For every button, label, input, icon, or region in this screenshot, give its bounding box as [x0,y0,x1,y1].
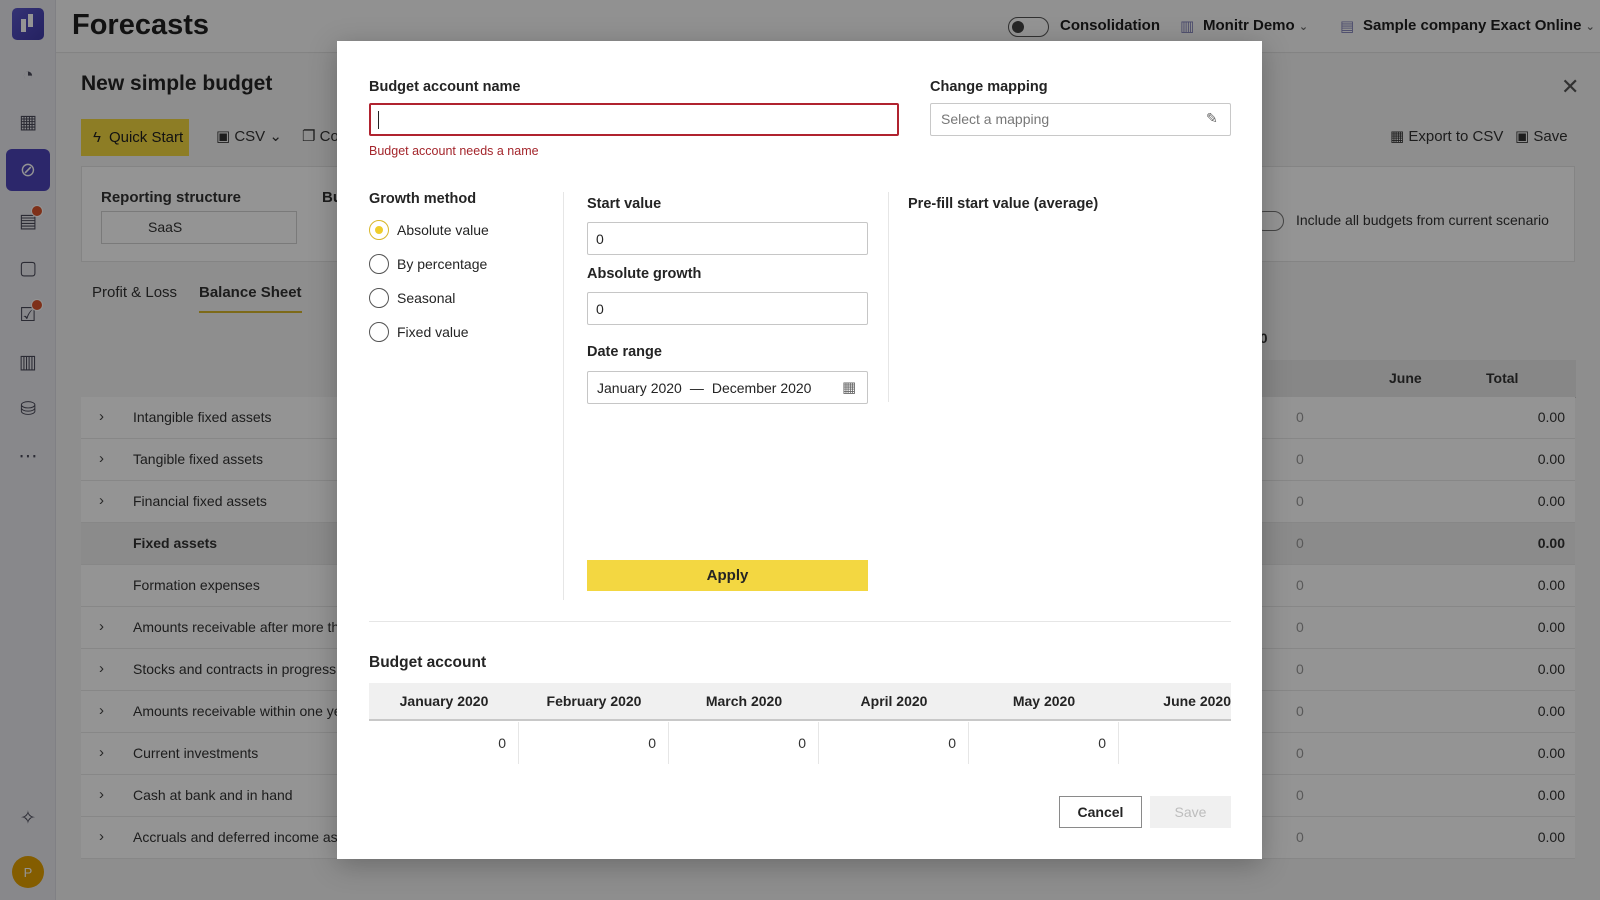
radio-label: Seasonal [397,290,456,306]
radio-button[interactable] [369,220,389,240]
apply-button[interactable]: Apply [587,560,868,591]
calendar-icon[interactable]: ▦ [842,378,856,396]
budget-account-name-label: Budget account name [369,79,521,95]
mapping-placeholder: Select a mapping [941,111,1050,127]
change-mapping-label: Change mapping [930,79,1048,95]
absolute-growth-input[interactable]: 0 [587,292,868,325]
budget-account-name-input[interactable] [369,103,899,136]
budget-account-dialog: Budget account name Budget account needs… [337,41,1262,859]
month-value-cell[interactable]: 0 [669,722,819,764]
pencil-icon[interactable]: ✎ [1206,110,1218,127]
month-header: April 2020 [860,693,928,709]
date-range-label: Date range [587,344,662,360]
month-header: March 2020 [705,693,783,709]
month-header: January 2020 [399,693,489,709]
error-message: Budget account needs a name [369,144,539,158]
divider [563,192,564,600]
budget-values-row: 00000 [369,722,1231,764]
months-header: January 2020 February 2020 March 2020 April… [369,683,1231,721]
cancel-button[interactable]: Cancel [1059,796,1142,828]
text-caret [378,111,379,129]
start-value-input[interactable]: 0 [587,222,868,255]
prefill-label: Pre-fill start value (average) [908,196,1099,212]
absolute-growth-label: Absolute growth [587,266,702,282]
month-value-cell[interactable]: 0 [969,722,1119,764]
start-value-label: Start value [587,196,662,212]
month-header: May 2020 [1012,693,1076,709]
date-from: January 2020 [597,380,682,396]
divider [369,621,1231,622]
mapping-select[interactable]: Select a mapping [930,103,1231,136]
radio-button[interactable] [369,322,389,342]
divider [888,192,889,402]
date-range-picker[interactable]: January 2020 — December 2020 [587,371,868,404]
radio-seasonal[interactable]: Seasonal [369,287,455,309]
radio-absolute-value[interactable]: Absolute value [369,219,489,241]
radio-fixed-value[interactable]: Fixed value [369,321,469,343]
date-to: December 2020 [711,380,812,396]
month-value-cell[interactable]: 0 [519,722,669,764]
month-value-cell[interactable]: 0 [369,722,519,764]
radio-label: By percentage [397,256,488,272]
radio-label: Absolute value [397,222,489,238]
month-value-cell[interactable]: 0 [819,722,969,764]
budget-account-heading: Budget account [369,654,487,671]
month-header: February 2020 [546,693,642,709]
radio-by-percentage[interactable]: By percentage [369,253,487,275]
month-header: June 2020 [1163,693,1231,709]
save-button: Save [1150,796,1231,828]
month-value-cell[interactable] [1119,722,1231,764]
radio-button[interactable] [369,288,389,308]
date-separator: — [689,380,704,396]
radio-button[interactable] [369,254,389,274]
growth-method-label: Growth method [369,191,477,207]
radio-label: Fixed value [397,324,469,340]
